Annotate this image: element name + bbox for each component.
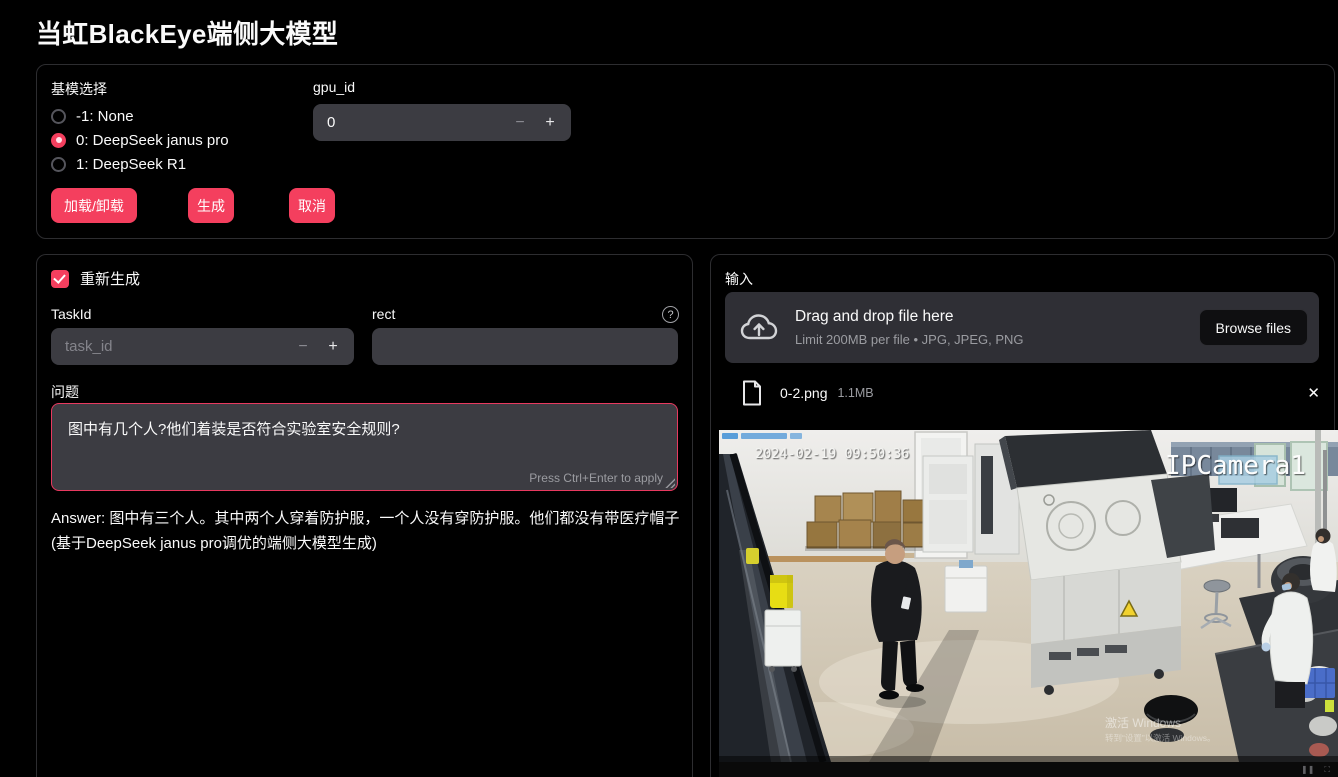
dropzone-limit: Limit 200MB per file • JPG, JPEG, PNG (795, 332, 1024, 347)
regenerate-checkbox[interactable]: 重新生成 (51, 268, 140, 289)
rect-input[interactable] (372, 338, 678, 355)
gpu-id-input-wrap: − + (313, 104, 571, 141)
radio-label: -1: None (76, 108, 134, 125)
fullscreen-icon[interactable]: ⛶ (1324, 766, 1330, 774)
plus-stepper-button[interactable]: + (318, 338, 348, 356)
checkbox-checked-icon (51, 270, 69, 288)
question-label: 问题 (51, 382, 79, 402)
file-dropzone[interactable]: Drag and drop file here Limit 200MB per … (725, 292, 1319, 363)
radio-option-none[interactable]: -1: None (51, 105, 134, 127)
cctv-timestamp: 2024-02-19 09:50:36 (755, 446, 909, 462)
taskid-input-wrap: − + (51, 328, 354, 365)
gpu-id-label: gpu_id (313, 79, 355, 95)
rect-input-wrap (372, 328, 678, 365)
uploaded-image-preview: 2024-02-19 09:50:36 IPCamera1 激活 Windows… (719, 430, 1338, 762)
windows-watermark-line2: 转到“设置”以激活 Windows。 (1105, 733, 1216, 743)
app-window: 当虹BlackEye端侧大模型 基模选择 -1: None 0: DeepSee… (0, 0, 1338, 777)
radio-icon (51, 157, 66, 172)
radio-selected-icon (51, 133, 66, 148)
dropzone-title: Drag and drop file here (795, 308, 1024, 326)
cancel-button[interactable]: 取消 (289, 188, 335, 223)
model-select-label: 基模选择 (51, 79, 107, 99)
uploaded-file-row: 0-2.png 1.1MB ✕ (725, 377, 1330, 409)
file-name: 0-2.png (780, 385, 827, 401)
rect-label: rect (372, 306, 395, 322)
remove-file-button[interactable]: ✕ (1301, 383, 1326, 403)
lab-cctv-scene: 2024-02-19 09:50:36 IPCamera1 激活 Windows… (719, 430, 1338, 762)
radio-option-janus-pro[interactable]: 0: DeepSeek janus pro (51, 129, 229, 151)
radio-icon (51, 109, 66, 124)
pause-icon[interactable]: ❚❚ (1301, 766, 1314, 774)
plus-stepper-button[interactable]: + (535, 114, 565, 132)
windows-watermark-line1: 激活 Windows (1105, 716, 1181, 730)
radio-label: 0: DeepSeek janus pro (76, 132, 229, 149)
model-config-panel: 基模选择 -1: None 0: DeepSeek janus pro 1: D… (36, 64, 1335, 239)
taskid-label: TaskId (51, 306, 91, 322)
file-size: 1.1MB (837, 386, 873, 400)
radio-label: 1: DeepSeek R1 (76, 156, 186, 173)
input-label: 输入 (725, 269, 753, 289)
cctv-camera-name: IPCamera1 (1165, 451, 1306, 481)
upload-cloud-icon (740, 312, 778, 344)
question-textarea[interactable]: 图中有几个人?他们着装是否符合实验室安全规则? (52, 404, 677, 490)
page-title: 当虹BlackEye端侧大模型 (36, 14, 338, 51)
dropzone-text: Drag and drop file here Limit 200MB per … (795, 308, 1024, 347)
gpu-id-steppers: − + (505, 104, 565, 141)
file-document-icon (742, 380, 762, 406)
answer-text: Answer: 图中有三个人。其中两个人穿着防护服，一个人没有穿防护服。他们都没… (51, 507, 683, 557)
load-unload-button[interactable]: 加载/卸载 (51, 188, 137, 223)
minus-stepper-button[interactable]: − (288, 338, 318, 356)
image-toolbar: ❚❚ ⛶ (719, 762, 1338, 777)
browse-files-button[interactable]: Browse files (1199, 309, 1308, 346)
regenerate-label: 重新生成 (80, 268, 140, 289)
minus-stepper-button[interactable]: − (505, 114, 535, 132)
radio-option-r1[interactable]: 1: DeepSeek R1 (51, 153, 186, 175)
taskid-steppers: − + (288, 328, 348, 365)
qa-panel: 重新生成 TaskId − + rect ? 问题 图中有几个人?他们着装是否符… (36, 254, 693, 777)
help-icon[interactable]: ? (662, 306, 679, 323)
generate-button[interactable]: 生成 (188, 188, 234, 223)
question-textarea-wrap: 图中有几个人?他们着装是否符合实验室安全规则? Press Ctrl+Enter… (51, 403, 678, 491)
